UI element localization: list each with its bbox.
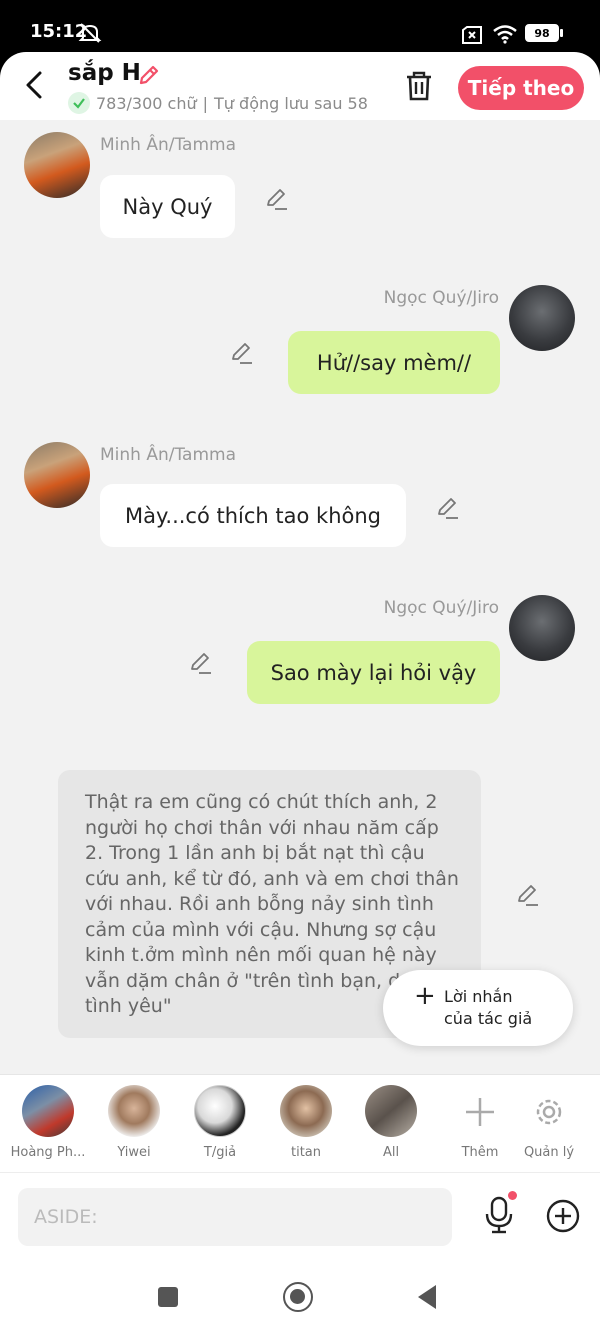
check-icon [68, 92, 90, 114]
notification-dot [508, 1191, 517, 1200]
avatar-minh-an[interactable] [24, 132, 90, 198]
avatar-ngoc-quy[interactable] [509, 285, 575, 351]
sender-name: Ngọc Quý/Jiro [383, 598, 499, 618]
story-title[interactable]: sắp H [68, 60, 141, 86]
input-bar: ASIDE: [0, 1172, 600, 1261]
autosave-text: Tự động lưu sau 58 [214, 93, 368, 113]
mute-icon [78, 23, 102, 43]
next-button[interactable]: Tiếp theo [458, 66, 584, 110]
character-avatar [365, 1085, 417, 1137]
save-status: 783/300 chữ | Tự động lưu sau 58 [68, 92, 368, 114]
character-avatar [194, 1085, 246, 1137]
edit-message-icon[interactable] [229, 340, 255, 366]
message-bubble[interactable]: Mày...có thích tao không [100, 484, 406, 547]
home-button[interactable] [283, 1282, 313, 1312]
edit-title-icon[interactable] [137, 63, 161, 87]
sender-name: Minh Ân/Tamma [100, 445, 236, 465]
character-item[interactable]: T/giả [178, 1085, 262, 1160]
avatar-minh-an[interactable] [24, 442, 90, 508]
character-avatar [22, 1085, 74, 1137]
plus-icon: + [414, 981, 436, 1011]
author-note-label: Lời nhắn [444, 987, 513, 1006]
message-bubble[interactable]: Sao mày lại hỏi vậy [247, 641, 500, 704]
character-item[interactable]: Yiwei [92, 1085, 176, 1160]
sender-name: Minh Ân/Tamma [100, 135, 236, 155]
aside-input[interactable]: ASIDE: [18, 1188, 452, 1246]
character-avatar [280, 1085, 332, 1137]
battery-icon: 98 [525, 24, 559, 42]
back-triangle-icon[interactable] [416, 1284, 438, 1310]
add-circle-icon[interactable] [546, 1199, 580, 1233]
character-item[interactable]: titan [264, 1085, 348, 1160]
recent-apps-button[interactable] [158, 1287, 178, 1307]
trash-icon[interactable] [404, 70, 434, 102]
word-count: 783/300 chữ [96, 93, 197, 113]
system-nav-bar [0, 1260, 600, 1333]
message-bubble[interactable]: Hử//say mèm// [288, 331, 500, 394]
edit-message-icon[interactable] [435, 495, 461, 521]
avatar-ngoc-quy[interactable] [509, 595, 575, 661]
editor-header: sắp H 783/300 chữ | Tự động lưu sau 58 T… [0, 52, 600, 120]
status-bar: 15:12 98 [0, 0, 600, 52]
chat-area[interactable]: Minh Ân/Tamma Này Quý Ngọc Quý/Jiro Hử//… [0, 120, 600, 1074]
sender-name: Ngọc Quý/Jiro [383, 288, 499, 308]
message-bubble[interactable]: Này Quý [100, 175, 235, 238]
separator: | [202, 93, 209, 113]
character-item[interactable]: All [349, 1085, 433, 1160]
character-avatar [108, 1085, 160, 1137]
author-note-label: của tác giả [444, 1009, 533, 1028]
plus-icon [466, 1098, 494, 1126]
edit-message-icon[interactable] [188, 650, 214, 676]
gear-icon [536, 1099, 562, 1125]
character-bar: Hoàng Ph... Yiwei T/giả titan All Thêm Q… [0, 1074, 600, 1173]
wifi-icon [493, 25, 517, 44]
manage-button[interactable]: Quản lý [507, 1085, 591, 1160]
character-item[interactable]: Hoàng Ph... [6, 1085, 90, 1160]
edit-message-icon[interactable] [264, 186, 290, 212]
microphone-icon[interactable] [482, 1195, 516, 1235]
author-note-button[interactable]: + Lời nhắn của tác giả [383, 970, 573, 1046]
sim-icon [462, 26, 482, 44]
battery-level: 98 [534, 26, 550, 40]
back-arrow-icon[interactable] [22, 70, 48, 100]
edit-narration-icon[interactable] [515, 882, 541, 908]
